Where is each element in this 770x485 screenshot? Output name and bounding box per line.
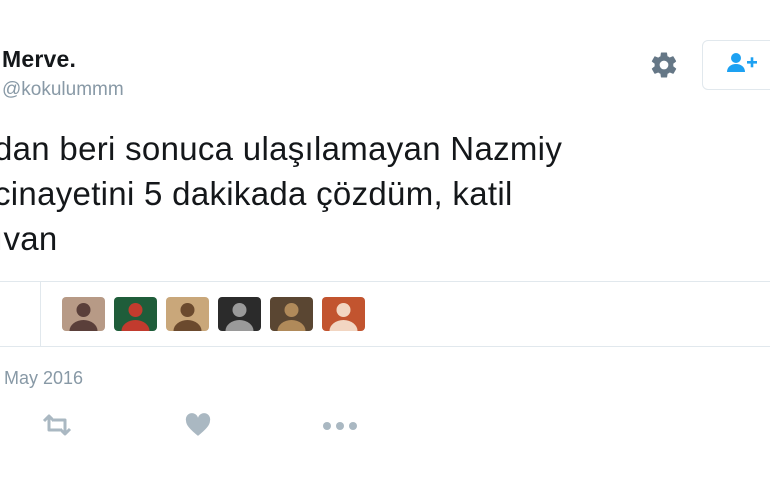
add-user-icon xyxy=(725,51,759,80)
more-dots-icon xyxy=(322,418,358,436)
gear-icon xyxy=(649,50,679,85)
author-handle[interactable]: @kokulummm xyxy=(2,79,124,101)
retweet-icon xyxy=(40,414,74,441)
liker-avatar[interactable] xyxy=(62,297,105,331)
tweet-text-line: cinayetini 5 dakikada çözdüm, katil xyxy=(0,175,513,212)
stats-divider xyxy=(40,282,41,346)
liker-avatar[interactable] xyxy=(322,297,365,331)
liked-by-avatars xyxy=(62,297,365,331)
liker-avatar[interactable] xyxy=(166,297,209,331)
tweet-text: dan beri sonuca ulaşılamayan Nazmiy cina… xyxy=(0,126,770,261)
liker-avatar[interactable] xyxy=(218,297,261,331)
more-button[interactable] xyxy=(322,413,358,441)
follow-button[interactable] xyxy=(702,40,770,90)
retweet-button[interactable] xyxy=(40,413,74,441)
divider xyxy=(0,346,770,347)
author-name[interactable]: Merve. xyxy=(2,46,76,73)
tweet-text-line: dan beri sonuca ulaşılamayan Nazmiy xyxy=(0,130,563,167)
divider xyxy=(0,281,770,282)
liker-avatar[interactable] xyxy=(270,297,313,331)
settings-button[interactable] xyxy=(647,50,681,85)
liker-avatar[interactable] xyxy=(114,297,157,331)
tweet-date[interactable]: May 2016 xyxy=(4,368,83,389)
tweet-text-line: ıvan xyxy=(0,220,58,257)
heart-icon xyxy=(184,412,212,442)
like-button[interactable] xyxy=(184,412,212,442)
